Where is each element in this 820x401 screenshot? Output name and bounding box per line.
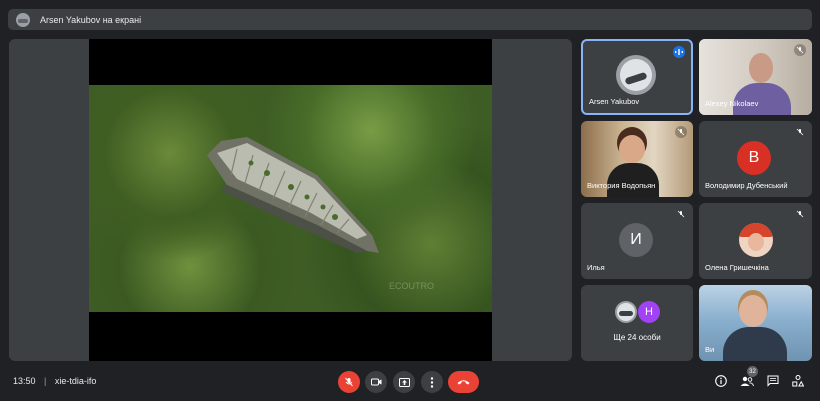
avatar xyxy=(615,301,637,323)
mic-toggle-button[interactable] xyxy=(338,371,360,393)
participant-name: Alexey Nikolaev xyxy=(705,99,759,108)
present-screen-icon xyxy=(398,377,410,387)
participant-name: Володимир Дубенський xyxy=(705,181,788,190)
mic-off-icon xyxy=(675,126,687,138)
presentation-label: Arsen Yakubov на екрані xyxy=(40,14,142,25)
present-button[interactable] xyxy=(393,371,415,393)
leave-call-button[interactable] xyxy=(448,371,479,393)
sound-wave-icon xyxy=(673,46,685,58)
shared-video: ECOUTRO xyxy=(89,85,492,312)
self-tile[interactable]: Ви xyxy=(699,285,812,361)
participant-name: Виктория Водопьян xyxy=(587,181,656,190)
person-body xyxy=(723,327,787,361)
current-time: 13:50 xyxy=(13,376,36,386)
participant-tile-arsen[interactable]: Arsen Yakubov xyxy=(581,39,693,115)
self-name: Ви xyxy=(705,345,715,354)
chat-button[interactable] xyxy=(765,373,781,389)
mic-off-icon xyxy=(794,208,806,220)
avatar: Н xyxy=(638,301,660,323)
presenter-avatar xyxy=(16,12,30,27)
avatar xyxy=(739,223,773,257)
person-body xyxy=(607,163,659,197)
avatar xyxy=(616,55,656,95)
info-button[interactable] xyxy=(713,373,729,389)
meeting-info: 13:50 | xie-tdia-ifo xyxy=(13,376,96,386)
presentation-bar: Arsen Yakubov на екрані xyxy=(8,9,812,30)
participant-name: Илья xyxy=(587,263,605,272)
activities-icon xyxy=(792,375,804,387)
activities-button[interactable] xyxy=(790,373,806,389)
others-tile[interactable]: Н Ще 24 особи xyxy=(581,285,693,361)
bottom-bar: 13:50 | xie-tdia-ifo xyxy=(0,361,820,401)
participant-tile-olena[interactable]: Олена Гришечкіна xyxy=(699,203,812,279)
presentation-stage[interactable]: ECOUTRO xyxy=(9,39,572,361)
camera-icon xyxy=(370,378,381,386)
chat-icon xyxy=(767,375,779,387)
participant-tile-viktoriya[interactable]: Виктория Водопьян xyxy=(581,121,693,197)
shared-screen: ECOUTRO xyxy=(89,39,492,361)
avatar: В xyxy=(737,141,771,175)
others-label: Ще 24 особи xyxy=(613,333,661,342)
avatar: И xyxy=(619,223,653,257)
mic-off-icon xyxy=(345,377,353,387)
meeting-code: xie-tdia-ifo xyxy=(54,376,97,386)
person-head xyxy=(739,295,767,327)
participant-tile-alexey[interactable]: Alexey Nikolaev xyxy=(699,39,812,115)
people-icon xyxy=(740,376,754,386)
mic-off-icon xyxy=(794,44,806,56)
person-head xyxy=(749,53,773,83)
participant-name: Олена Гришечкіна xyxy=(705,263,769,272)
info-icon xyxy=(715,375,727,387)
fortress-image xyxy=(207,137,379,253)
hang-up-icon xyxy=(457,380,470,385)
camera-toggle-button[interactable] xyxy=(365,371,387,393)
participant-name: Arsen Yakubov xyxy=(589,97,640,106)
more-options-button[interactable] xyxy=(421,371,443,393)
mic-off-icon xyxy=(794,126,806,138)
more-vert-icon xyxy=(430,376,434,388)
participant-tile-ilya[interactable]: И Илья xyxy=(581,203,693,279)
separator: | xyxy=(44,376,47,386)
mic-off-icon xyxy=(675,208,687,220)
participants-count-badge: 32 xyxy=(747,366,758,377)
participant-tile-volodymyr[interactable]: В Володимир Дубенський xyxy=(699,121,812,197)
video-watermark: ECOUTRO xyxy=(389,281,434,291)
person-head xyxy=(619,135,645,163)
